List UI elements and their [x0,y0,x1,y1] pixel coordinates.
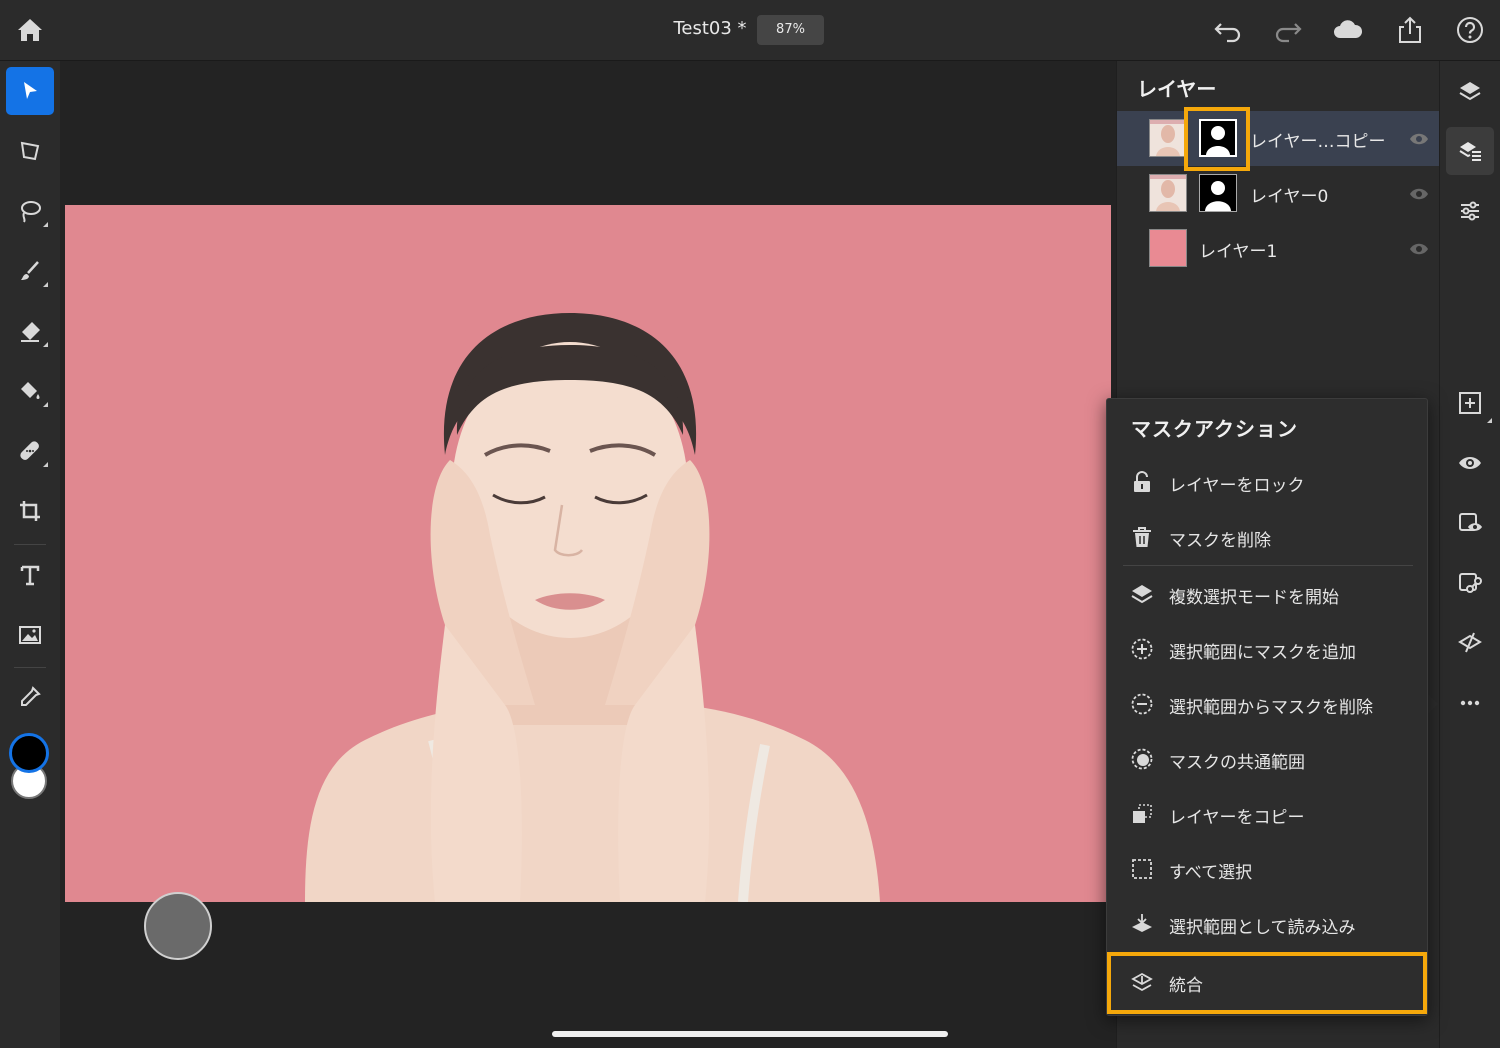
redo-icon[interactable] [1272,14,1304,46]
layer-row[interactable]: レイヤー0 [1117,166,1439,221]
layer-name: レイヤー…コピー [1250,132,1386,152]
foreground-color-swatch[interactable] [9,733,49,773]
menu-item-label: すべて選択 [1169,863,1253,883]
cloud-icon[interactable] [1332,14,1364,46]
place-image-tool[interactable] [6,611,54,659]
more-options-icon[interactable] [1446,679,1494,727]
share-icon[interactable] [1394,14,1426,46]
document-title: Test03 * [673,18,747,39]
top-bar: Test03 * 87% [0,0,1500,61]
layer-row[interactable]: レイヤー1 [1117,221,1439,276]
layer-thumbnail[interactable] [1149,174,1187,212]
menu-item-add-selection-to-mask[interactable]: 選択範囲にマスクを追加 [1107,621,1427,676]
home-icon[interactable] [14,14,46,46]
visibility-eye-icon[interactable] [1409,131,1429,150]
layer-name: レイヤー1 [1199,242,1278,262]
menu-item-label: 選択範囲にマスクを追加 [1169,643,1356,663]
brush-tool[interactable] [6,247,54,295]
eyedropper-tool[interactable] [6,673,54,721]
unlock-icon [1134,471,1150,492]
undo-icon[interactable] [1212,14,1244,46]
select-tool[interactable] [6,67,54,115]
menu-item-multi-select[interactable]: 複数選択モードを開始 [1107,566,1427,621]
fill-tool[interactable] [6,367,54,415]
menu-item-delete-mask[interactable]: マスクを削除 [1107,509,1427,564]
left-toolbar [0,61,60,1048]
adjustments-icon[interactable] [1446,187,1494,235]
copy-layer-icon [1133,804,1152,823]
link-mask-icon[interactable] [1446,559,1494,607]
layers-icon[interactable] [1446,67,1494,115]
menu-item-copy-layer[interactable]: レイヤーをコピー [1107,786,1427,841]
layers-panel-title: レイヤー [1137,77,1217,101]
crop-tool[interactable] [6,487,54,535]
visibility-icon[interactable] [1446,439,1494,487]
artboard[interactable] [65,205,1111,902]
menu-item-subtract-selection-from-mask[interactable]: 選択範囲からマスクを削除 [1107,676,1427,731]
selection-subtract-icon [1131,693,1153,715]
menu-item-select-all[interactable]: すべて選択 [1107,841,1427,896]
layers-stack-icon [1131,585,1153,604]
healing-tool[interactable] [6,427,54,475]
menu-item-label: 複数選択モードを開始 [1169,588,1339,608]
layer-properties-icon[interactable] [1446,127,1494,175]
layer-thumbnail[interactable] [1149,119,1187,157]
layer-row[interactable]: レイヤー…コピー [1117,107,1439,171]
touch-shortcut-button[interactable] [144,892,212,960]
help-icon[interactable] [1454,14,1486,46]
layer-name: レイヤー0 [1250,187,1329,207]
selection-intersect-icon [1131,748,1153,770]
mask-actions-menu: マスクアクション レイヤーをロック マスクを削除 複数選択モードを開始 選択範囲… [1106,398,1428,1016]
visibility-eye-icon[interactable] [1409,241,1429,260]
lasso-tool[interactable] [6,187,54,235]
menu-item-label: レイヤーをコピー [1169,808,1305,828]
visibility-eye-icon[interactable] [1409,186,1429,205]
menu-item-intersect-mask[interactable]: マスクの共通範囲 [1107,731,1427,786]
eraser-tool[interactable] [6,307,54,355]
mask-thumbnail-highlight [1184,107,1250,171]
woman-portrait-image [305,313,880,902]
mask-visibility-icon[interactable] [1446,499,1494,547]
add-layer-icon[interactable] [1446,379,1494,427]
zoom-level[interactable]: 87% [757,15,824,45]
menu-item-lock-layer[interactable]: レイヤーをロック [1107,454,1427,509]
transform-tool[interactable] [6,127,54,175]
merge-highlight [1107,952,1427,1014]
menu-item-label: マスクを削除 [1169,531,1271,551]
select-all-icon [1132,859,1152,879]
text-tool[interactable] [6,551,54,599]
layer-thumbnail[interactable] [1149,229,1187,267]
trash-icon [1133,527,1151,547]
layer-mask-thumbnail[interactable] [1199,174,1237,212]
menu-title: マスクアクション [1131,417,1298,441]
home-indicator [552,1031,948,1037]
right-toolbar [1440,61,1500,1048]
menu-item-label: 選択範囲からマスクを削除 [1169,698,1373,718]
menu-item-label: マスクの共通範囲 [1169,753,1305,773]
selection-add-icon [1131,638,1153,660]
menu-item-label: レイヤーをロック [1169,476,1305,496]
menu-item-label: 選択範囲として読み込み [1169,918,1356,938]
menu-item-load-as-selection[interactable]: 選択範囲として読み込み [1107,896,1427,951]
load-selection-icon [1132,914,1152,932]
clip-layer-icon[interactable] [1446,619,1494,667]
